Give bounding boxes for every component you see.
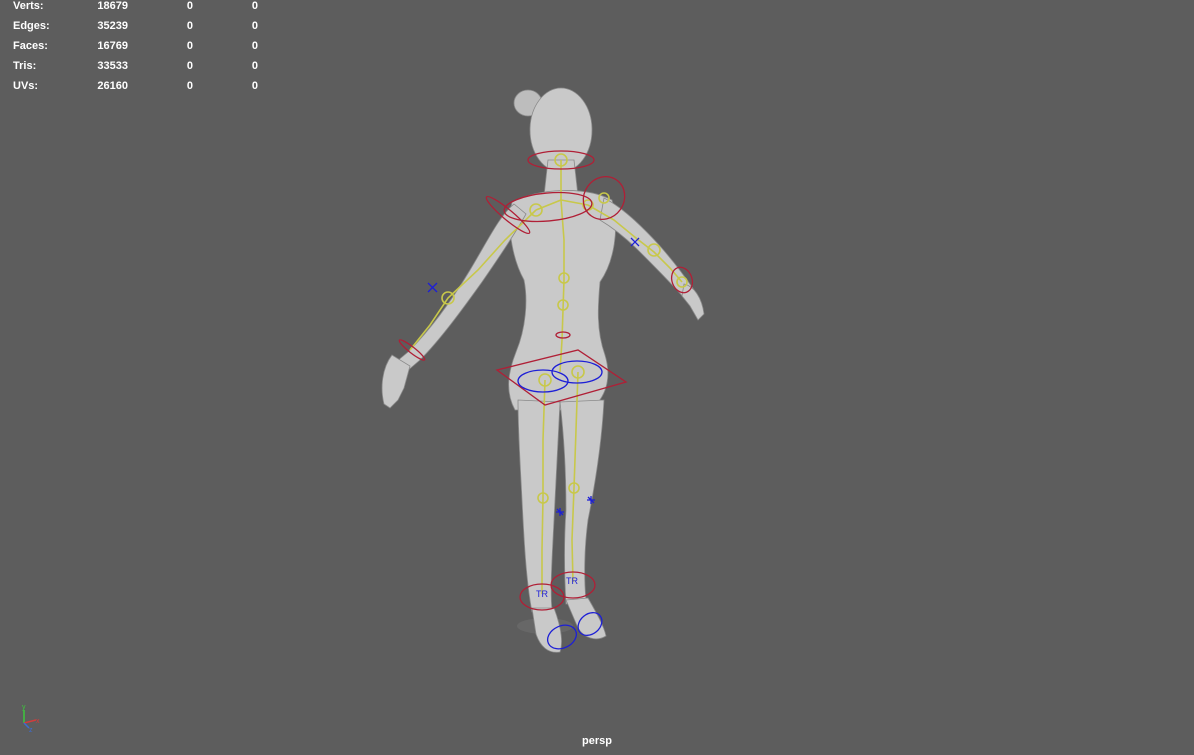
axis-y-label: y xyxy=(22,704,26,711)
left-arm xyxy=(599,197,695,299)
axis-z-label: z xyxy=(29,727,33,733)
right-arm xyxy=(395,203,527,373)
left-hand xyxy=(681,283,705,321)
axis-x-label: x xyxy=(36,718,40,725)
right-foot xyxy=(531,607,562,653)
axis-x-line xyxy=(23,719,37,724)
elbow-right-pole-vector[interactable] xyxy=(427,282,438,293)
foot-left-control-label: TR xyxy=(566,576,578,586)
right-leg xyxy=(517,399,561,613)
knee-right-pole-vector[interactable] xyxy=(556,508,564,516)
rigged-character-scene[interactable]: TR TR xyxy=(0,0,1194,755)
camera-name-label: persp xyxy=(582,735,612,747)
head xyxy=(529,87,593,173)
maya-perspective-viewport[interactable]: Verts: 18679 0 0 Edges: 35239 0 0 Faces:… xyxy=(0,0,1194,755)
foot-right-control-label: TR xyxy=(536,589,548,599)
view-axis-icon: y x z xyxy=(22,704,40,733)
left-foot xyxy=(565,597,607,640)
